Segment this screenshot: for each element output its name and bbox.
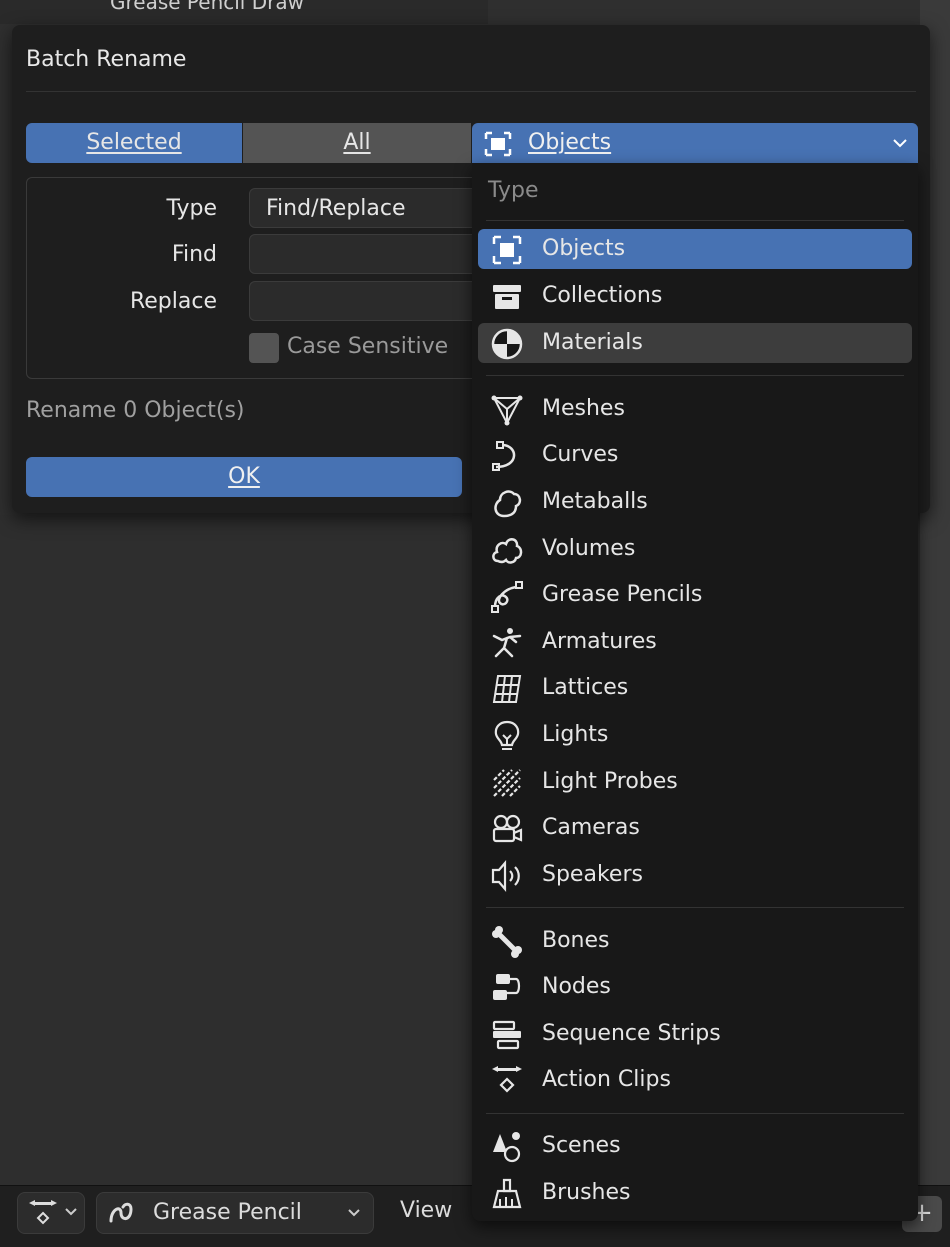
type-select[interactable]: Find/Replace xyxy=(249,188,499,228)
menu-item-label: Scenes xyxy=(542,1133,621,1158)
menu-item-label: Lattices xyxy=(542,675,629,700)
menu-item-label: Curves xyxy=(542,442,619,467)
menu-item-lights[interactable]: Lights xyxy=(478,715,912,755)
light-probe-icon xyxy=(493,769,521,797)
find-input[interactable] xyxy=(249,234,499,274)
data-type-label: Objects xyxy=(528,130,612,155)
breadcrumb: Grease Pencil Draw xyxy=(110,0,304,14)
camera-icon xyxy=(492,814,523,843)
find-label: Find xyxy=(171,242,217,267)
node-icon xyxy=(493,974,521,1000)
menu-item-label: Lights xyxy=(542,722,609,747)
menu-item-label: Light Probes xyxy=(542,769,678,794)
scope-tab-all[interactable]: All xyxy=(243,123,471,163)
curve-icon xyxy=(492,441,516,471)
menu-item-label: Bones xyxy=(542,928,610,953)
menu-item-label: Action Clips xyxy=(542,1067,671,1092)
menu-item-bones[interactable]: Bones xyxy=(478,921,912,961)
menu-item-collections[interactable]: Collections xyxy=(478,276,912,316)
scope-tab-label: Selected xyxy=(86,130,182,155)
menu-item-label: Volumes xyxy=(542,536,636,561)
lattice-icon xyxy=(492,675,522,703)
menu-item-label: Cameras xyxy=(542,815,640,840)
armature-icon xyxy=(492,628,522,658)
menu-item-label: Sequence Strips xyxy=(542,1021,721,1046)
menu-item-materials[interactable]: Materials xyxy=(478,323,912,363)
object-mode-label: Grease Pencil xyxy=(153,1200,302,1225)
menu-item-label: Materials xyxy=(542,330,643,355)
menu-item-label: Brushes xyxy=(542,1180,631,1205)
menu-view[interactable]: View xyxy=(400,1198,452,1223)
data-type-select[interactable]: Objects xyxy=(472,123,918,163)
type-value: Find/Replace xyxy=(266,196,406,221)
grease-pencil-stroke-icon xyxy=(109,1202,133,1223)
material-icon xyxy=(491,328,523,360)
menu-item-brushes[interactable]: Brushes xyxy=(478,1173,912,1213)
replace-input[interactable] xyxy=(249,281,499,321)
replace-label: Replace xyxy=(129,289,217,314)
divider xyxy=(486,220,904,221)
menu-item-metaballs[interactable]: Metaballs xyxy=(478,482,912,522)
menu-item-label: Metaballs xyxy=(542,489,648,514)
divider xyxy=(486,375,904,376)
options-panel: Type Find/Replace Find Replace Case Sens… xyxy=(26,177,499,379)
bone-icon xyxy=(492,926,522,958)
editor-mode-picker[interactable] xyxy=(17,1192,85,1234)
brush-icon xyxy=(492,1178,522,1209)
menu-item-speakers[interactable]: Speakers xyxy=(478,855,912,895)
object-mode-select[interactable]: Grease Pencil xyxy=(96,1192,374,1234)
outliner-strip: Grease Pencil Draw xyxy=(0,0,488,24)
case-sensitive-checkbox[interactable] xyxy=(249,333,279,363)
object-icon xyxy=(492,235,522,265)
action-clip-icon xyxy=(492,1066,522,1093)
menu-item-sequence-strips[interactable]: Sequence Strips xyxy=(478,1014,912,1054)
menu-item-cameras[interactable]: Cameras xyxy=(478,808,912,848)
menu-item-label: Meshes xyxy=(542,396,625,421)
menu-item-label: Armatures xyxy=(542,629,657,654)
menu-item-label: Grease Pencils xyxy=(542,582,703,607)
menu-item-label: Collections xyxy=(542,283,663,308)
menu-item-meshes[interactable]: Meshes xyxy=(478,389,912,429)
chevron-down-icon xyxy=(348,1209,360,1217)
sequence-strip-icon xyxy=(492,1020,521,1050)
divider xyxy=(486,907,904,908)
data-type-dropdown: Type Objects Collections Materials Meshe… xyxy=(472,163,918,1221)
menu-item-objects[interactable]: Objects xyxy=(478,229,912,269)
dialog-title: Batch Rename xyxy=(26,47,187,72)
menu-item-grease-pencils[interactable]: Grease Pencils xyxy=(478,575,912,615)
divider xyxy=(486,1113,904,1114)
speaker-icon xyxy=(491,860,520,892)
mesh-icon xyxy=(491,395,523,426)
menu-item-light-probes[interactable]: Light Probes xyxy=(478,762,912,802)
scene-icon xyxy=(493,1132,521,1163)
object-icon xyxy=(484,131,512,157)
scope-tab-label: All xyxy=(343,130,371,155)
metaball-icon xyxy=(494,490,522,518)
menu-item-action-clips[interactable]: Action Clips xyxy=(478,1060,912,1100)
scope-tab-selected[interactable]: Selected xyxy=(26,123,242,163)
menu-item-lattices[interactable]: Lattices xyxy=(478,668,912,708)
divider xyxy=(26,91,916,92)
rename-count: Rename 0 Object(s) xyxy=(26,398,245,423)
menu-item-armatures[interactable]: Armatures xyxy=(478,622,912,662)
chevron-down-icon xyxy=(65,1208,77,1216)
menu-item-label: Speakers xyxy=(542,862,643,887)
menu-item-label: Nodes xyxy=(542,974,611,999)
action-clip-icon xyxy=(29,1200,57,1225)
grease-pencil-icon xyxy=(491,581,523,613)
volume-icon xyxy=(492,538,523,564)
menu-item-nodes[interactable]: Nodes xyxy=(478,967,912,1007)
menu-item-scenes[interactable]: Scenes xyxy=(478,1126,912,1166)
ok-button[interactable]: OK xyxy=(26,457,462,497)
type-label: Type xyxy=(166,196,217,221)
dropdown-header: Type xyxy=(488,178,539,203)
menu-item-label: Objects xyxy=(542,236,626,261)
menu-item-volumes[interactable]: Volumes xyxy=(478,529,912,569)
chevron-down-icon xyxy=(893,139,907,148)
light-icon xyxy=(494,720,520,750)
collection-icon xyxy=(493,285,521,309)
ok-label: OK xyxy=(228,464,260,489)
case-sensitive-label[interactable]: Case Sensitive xyxy=(287,334,448,359)
menu-item-curves[interactable]: Curves xyxy=(478,435,912,475)
